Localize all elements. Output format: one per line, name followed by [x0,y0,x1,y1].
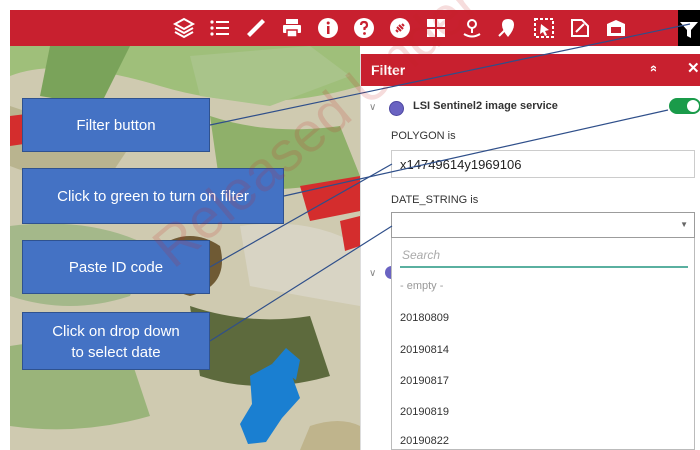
leader-line [209,163,393,268]
callout-leader-lines [209,23,691,342]
screenshot-frame: Filter » ✕ ∨ LSI Sentinel2 image service… [0,0,700,450]
leader-line [209,225,393,342]
leader-line [209,23,691,126]
leader-line [283,109,669,197]
